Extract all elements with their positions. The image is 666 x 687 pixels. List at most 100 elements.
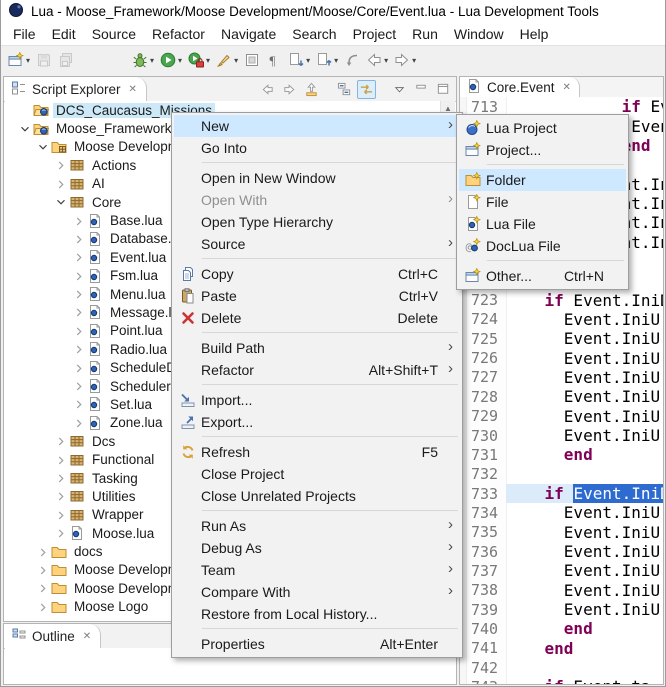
submenu-item-project[interactable]: Project... bbox=[459, 139, 626, 161]
code-line[interactable]: 730 Event.IniU bbox=[460, 426, 663, 445]
code-line[interactable]: 738 Event.IniU bbox=[460, 581, 663, 600]
menu-item-delete[interactable]: DeleteDelete bbox=[174, 307, 460, 329]
code-line[interactable]: 724 Event.IniU bbox=[460, 310, 663, 329]
code-line[interactable]: 743 if Event.ta bbox=[460, 677, 663, 684]
code-line[interactable]: 729 Event.IniU bbox=[460, 407, 663, 426]
expand-chevron-icon[interactable] bbox=[71, 342, 87, 356]
expand-chevron-icon[interactable] bbox=[71, 232, 87, 246]
tab-script-explorer[interactable]: Script Explorer ✕ bbox=[4, 77, 147, 101]
expand-chevron-icon[interactable] bbox=[71, 397, 87, 411]
submenu-item-file[interactable]: File bbox=[459, 191, 626, 213]
tab-core-event[interactable]: Core.Event ✕ bbox=[460, 77, 580, 97]
forward-button[interactable]: ▾ bbox=[392, 48, 418, 72]
expand-chevron-icon[interactable] bbox=[53, 508, 69, 522]
link-with-editor-button[interactable] bbox=[357, 80, 376, 99]
expand-chevron-icon[interactable] bbox=[35, 618, 51, 620]
expand-chevron-icon[interactable] bbox=[71, 250, 87, 264]
last-edit-location-button[interactable] bbox=[342, 48, 362, 72]
dropdown-arrow-icon[interactable]: ▾ bbox=[150, 56, 154, 65]
run-button[interactable]: ▾ bbox=[158, 48, 184, 72]
collapse-all-button[interactable] bbox=[335, 80, 354, 99]
menu-item-paste[interactable]: PasteCtrl+V bbox=[174, 285, 460, 307]
menu-item-properties[interactable]: PropertiesAlt+Enter bbox=[174, 633, 460, 655]
code-line[interactable]: 736 Event.IniU bbox=[460, 542, 663, 561]
expand-chevron-icon[interactable] bbox=[71, 269, 87, 283]
code-line[interactable]: 723 if Event.IniDC bbox=[460, 290, 663, 309]
expand-chevron-icon[interactable] bbox=[71, 214, 87, 228]
code-line[interactable]: 728 Event.IniU bbox=[460, 387, 663, 406]
expand-chevron-icon[interactable] bbox=[53, 158, 69, 172]
expand-chevron-icon[interactable] bbox=[53, 526, 69, 540]
tab-outline[interactable]: Outline ✕ bbox=[4, 624, 101, 648]
expand-chevron-icon[interactable] bbox=[71, 379, 87, 393]
expand-chevron-icon[interactable] bbox=[53, 195, 69, 209]
menubar-item-run[interactable]: Run bbox=[404, 24, 446, 44]
menu-item-close-project[interactable]: Close Project bbox=[174, 463, 460, 485]
expand-chevron-icon[interactable] bbox=[71, 416, 87, 430]
menubar-item-file[interactable]: File bbox=[5, 24, 44, 44]
menu-item-run-as[interactable]: Run As› bbox=[174, 515, 460, 537]
menubar-item-help[interactable]: Help bbox=[512, 24, 557, 44]
dropdown-arrow-icon[interactable]: ▾ bbox=[206, 56, 210, 65]
code-line[interactable]: 739 Event.IniU bbox=[460, 600, 663, 619]
expand-chevron-icon[interactable] bbox=[71, 361, 87, 375]
expand-chevron-icon[interactable] bbox=[35, 581, 51, 595]
expand-chevron-icon[interactable] bbox=[71, 324, 87, 338]
minimize-button[interactable] bbox=[412, 80, 431, 99]
menu-item-close-unrelated-projects[interactable]: Close Unrelated Projects bbox=[174, 485, 460, 507]
menu-item-import[interactable]: Import... bbox=[174, 389, 460, 411]
menubar-item-project[interactable]: Project bbox=[345, 24, 405, 44]
dropdown-arrow-icon[interactable]: ▾ bbox=[306, 56, 310, 65]
view-menu-button[interactable] bbox=[390, 80, 409, 99]
menu-item-copy[interactable]: CopyCtrl+C bbox=[174, 263, 460, 285]
menu-item-debug-as[interactable]: Debug As› bbox=[174, 537, 460, 559]
expand-chevron-icon[interactable] bbox=[53, 177, 69, 191]
expand-chevron-icon[interactable] bbox=[35, 545, 51, 559]
close-icon[interactable]: ✕ bbox=[563, 82, 571, 93]
next-annotation-button[interactable]: ▾ bbox=[286, 48, 312, 72]
nav-up-button[interactable] bbox=[302, 80, 321, 99]
menu-item-refactor[interactable]: RefactorAlt+Shift+T› bbox=[174, 359, 460, 381]
dropdown-arrow-icon[interactable]: ▾ bbox=[26, 56, 30, 65]
submenu-item-doclua-file[interactable]: @DocLua File bbox=[459, 235, 626, 257]
code-line[interactable]: 733 if Event.IniDC bbox=[460, 484, 663, 503]
close-icon[interactable]: ✕ bbox=[129, 84, 137, 95]
nav-back-button[interactable] bbox=[258, 80, 277, 99]
expand-chevron-icon[interactable] bbox=[35, 140, 51, 154]
menu-item-new[interactable]: New› bbox=[174, 115, 460, 137]
code-line[interactable]: 737 Event.IniU bbox=[460, 561, 663, 580]
nav-forward-button[interactable] bbox=[280, 80, 299, 99]
menubar-item-navigate[interactable]: Navigate bbox=[213, 24, 284, 44]
submenu-item-lua-file[interactable]: Lua File bbox=[459, 213, 626, 235]
menu-item-compare-with[interactable]: Compare With› bbox=[174, 581, 460, 603]
expand-chevron-icon[interactable] bbox=[35, 600, 51, 614]
dropdown-arrow-icon[interactable]: ▾ bbox=[234, 56, 238, 65]
menubar-item-edit[interactable]: Edit bbox=[44, 24, 84, 44]
menu-item-source[interactable]: Source› bbox=[174, 233, 460, 255]
close-icon[interactable]: ✕ bbox=[83, 631, 91, 642]
code-line[interactable]: 741 end bbox=[460, 639, 663, 658]
menu-item-export[interactable]: Export... bbox=[174, 411, 460, 433]
dropdown-arrow-icon[interactable]: ▾ bbox=[412, 56, 416, 65]
debug-button[interactable]: ▾ bbox=[130, 48, 156, 72]
coverage-button[interactable]: ▾ bbox=[186, 48, 212, 72]
code-line[interactable]: 731 end bbox=[460, 445, 663, 464]
submenu-item-other[interactable]: Other...Ctrl+N bbox=[459, 265, 626, 287]
submenu-item-folder[interactable]: Folder bbox=[459, 169, 626, 191]
code-line[interactable]: 727 Event.IniU bbox=[460, 368, 663, 387]
show-whitespace-button[interactable]: ¶ bbox=[264, 48, 284, 72]
code-line[interactable]: 732 bbox=[460, 465, 663, 484]
expand-chevron-icon[interactable] bbox=[53, 489, 69, 503]
menu-item-team[interactable]: Team› bbox=[174, 559, 460, 581]
menu-item-go-into[interactable]: Go Into bbox=[174, 137, 460, 159]
dropdown-arrow-icon[interactable]: ▾ bbox=[384, 56, 388, 65]
expand-chevron-icon[interactable] bbox=[71, 305, 87, 319]
menubar-item-window[interactable]: Window bbox=[446, 24, 512, 44]
submenu-item-lua-project[interactable]: Lua Project bbox=[459, 117, 626, 139]
expand-chevron-icon[interactable] bbox=[35, 563, 51, 577]
expand-chevron-icon[interactable] bbox=[17, 122, 33, 136]
expand-chevron-icon[interactable] bbox=[53, 453, 69, 467]
menu-item-restore-from-local-history[interactable]: Restore from Local History... bbox=[174, 603, 460, 625]
code-line[interactable]: 740 end bbox=[460, 619, 663, 638]
menu-item-build-path[interactable]: Build Path› bbox=[174, 337, 460, 359]
